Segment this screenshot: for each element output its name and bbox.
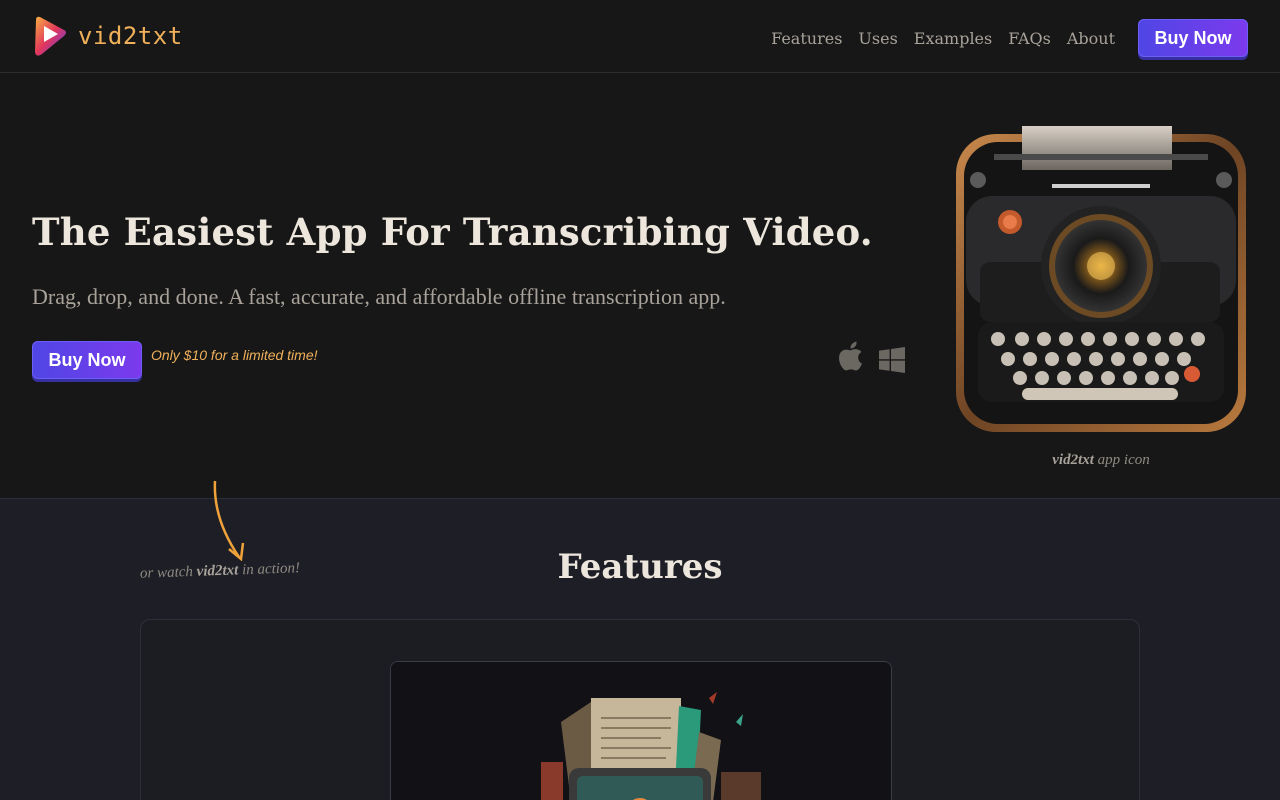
logo-icon <box>35 16 66 56</box>
promo-text: Only $10 for a limited time! <box>151 347 318 363</box>
nav-faqs[interactable]: FAQs <box>1008 29 1051 48</box>
brand-name: vid2txt <box>78 22 183 50</box>
app-icon-caption: vid2txt app icon <box>954 452 1248 469</box>
video-player[interactable] <box>390 661 892 800</box>
hero-subtitle: Drag, drop, and done. A fast, accurate, … <box>32 284 726 309</box>
hero-buy-button[interactable]: Buy Now <box>32 341 142 379</box>
nav-uses[interactable]: Uses <box>858 29 897 48</box>
features-heading: Features <box>557 547 723 587</box>
app-icon-image <box>956 126 1246 432</box>
nav-about[interactable]: About <box>1067 29 1115 48</box>
video-thumbnail-image <box>391 662 891 800</box>
header-buy-button[interactable]: Buy Now <box>1138 19 1248 57</box>
main-nav: Features Uses Examples FAQs About Buy No… <box>771 19 1248 57</box>
site-header: vid2txt Features Uses Examples FAQs Abou… <box>0 0 1280 73</box>
logo[interactable]: vid2txt <box>32 14 183 58</box>
caption-rest: app icon <box>1093 452 1150 468</box>
windows-icon <box>879 347 905 373</box>
nav-examples[interactable]: Examples <box>914 29 992 48</box>
hero-title: The Easiest App For Transcribing Video. <box>32 210 873 254</box>
video-card <box>140 619 1140 800</box>
features-section: or watch vid2txt in action! Features <box>0 480 1280 800</box>
nav-features[interactable]: Features <box>771 29 842 48</box>
apple-icon <box>839 341 862 371</box>
hero-section: The Easiest App For Transcribing Video. … <box>0 73 1280 498</box>
caption-brand: vid2txt <box>1052 452 1094 468</box>
